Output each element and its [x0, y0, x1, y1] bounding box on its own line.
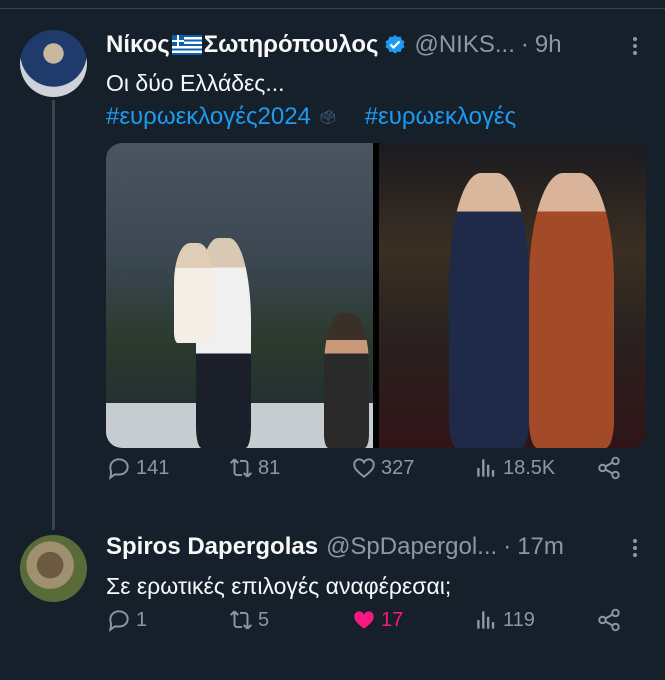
author-handle[interactable]: @SpDapergol...: [326, 533, 497, 561]
analytics-icon: [477, 459, 495, 477]
retweet-count: 81: [258, 456, 281, 479]
retweet-count: 5: [258, 608, 270, 631]
more-options-icon[interactable]: [633, 34, 637, 58]
tweet-header: Spiros Dapergolas @SpDapergol... · 17m: [106, 531, 564, 563]
hashtag-row: #ευρωεκλογές2024 🗳 #ευρωεκλογές: [106, 103, 516, 131]
share-button[interactable]: [596, 607, 626, 633]
views-button[interactable]: 119: [473, 607, 535, 633]
retweet-button[interactable]: 81: [228, 455, 280, 481]
like-count: 17: [381, 608, 404, 631]
tweet-timestamp[interactable]: 17m: [517, 533, 564, 561]
tweet-text: Οι δύο Ελλάδες...: [106, 70, 285, 96]
verified-badge-icon: [385, 35, 405, 54]
tweet-timestamp[interactable]: 9h: [535, 31, 562, 59]
author-name[interactable]: Νίκος: [106, 31, 170, 59]
author-name[interactable]: Spiros Dapergolas: [106, 533, 318, 561]
view-count: 119: [503, 608, 535, 631]
views-button[interactable]: 18.5K: [473, 455, 555, 481]
avatar[interactable]: [20, 535, 87, 602]
reply-count: 1: [136, 608, 148, 631]
tweet-media[interactable]: [106, 143, 646, 448]
avatar[interactable]: [20, 30, 87, 97]
tweet-text: Σε ερωτικές επιλογές αναφέρεσαι;: [106, 573, 452, 599]
author-handle[interactable]: @NIKS...: [414, 31, 514, 59]
share-button[interactable]: [596, 455, 626, 481]
media-photo-left[interactable]: [106, 143, 373, 448]
like-button[interactable]: 327: [351, 455, 414, 481]
tweet-header: Νίκος Σωτηρόπουλος @NIKS... · 9h: [106, 29, 562, 61]
retweet-icon: [230, 458, 252, 478]
reply-button[interactable]: 141: [106, 455, 169, 481]
top-divider: [0, 0, 665, 9]
like-count: 327: [381, 456, 415, 479]
author-name-continued[interactable]: Σωτηρόπουλος: [204, 31, 379, 59]
share-icon: [598, 608, 620, 632]
heart-icon: [353, 458, 375, 478]
retweet-button[interactable]: 5: [228, 607, 269, 633]
person-silhouette: [449, 173, 529, 448]
retweet-icon: [230, 610, 252, 630]
media-photo-right[interactable]: [379, 143, 646, 448]
person-silhouette: [324, 313, 369, 448]
heart-icon-filled: [354, 611, 374, 629]
analytics-icon: [477, 611, 495, 629]
reply-count: 141: [136, 456, 170, 479]
separator-dot: ·: [503, 533, 512, 560]
person-silhouette: [529, 173, 614, 448]
hashtag-link[interactable]: #ευρωεκλογές: [365, 103, 517, 130]
view-count: 18.5K: [503, 456, 556, 479]
ballot-box-icon: 🗳: [318, 109, 337, 126]
thread-connector-line: [52, 100, 55, 530]
reply-button[interactable]: 1: [106, 607, 147, 633]
hashtag-link[interactable]: #ευρωεκλογές2024: [106, 103, 311, 130]
person-silhouette: [174, 243, 214, 343]
separator-dot: ·: [520, 31, 529, 58]
reply-icon: [108, 458, 129, 480]
like-button[interactable]: 17: [351, 607, 403, 633]
share-icon: [598, 456, 620, 480]
reply-icon: [108, 610, 129, 632]
more-options-icon[interactable]: [633, 536, 637, 560]
greek-flag-icon: [171, 35, 202, 55]
